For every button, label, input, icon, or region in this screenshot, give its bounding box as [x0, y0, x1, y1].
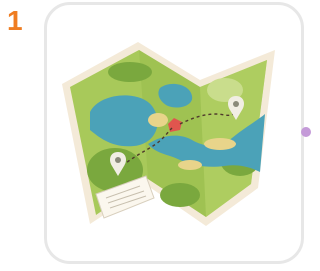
connector-dot	[301, 127, 311, 137]
step-number: 1	[7, 5, 23, 36]
folded-map-icon	[62, 42, 275, 226]
